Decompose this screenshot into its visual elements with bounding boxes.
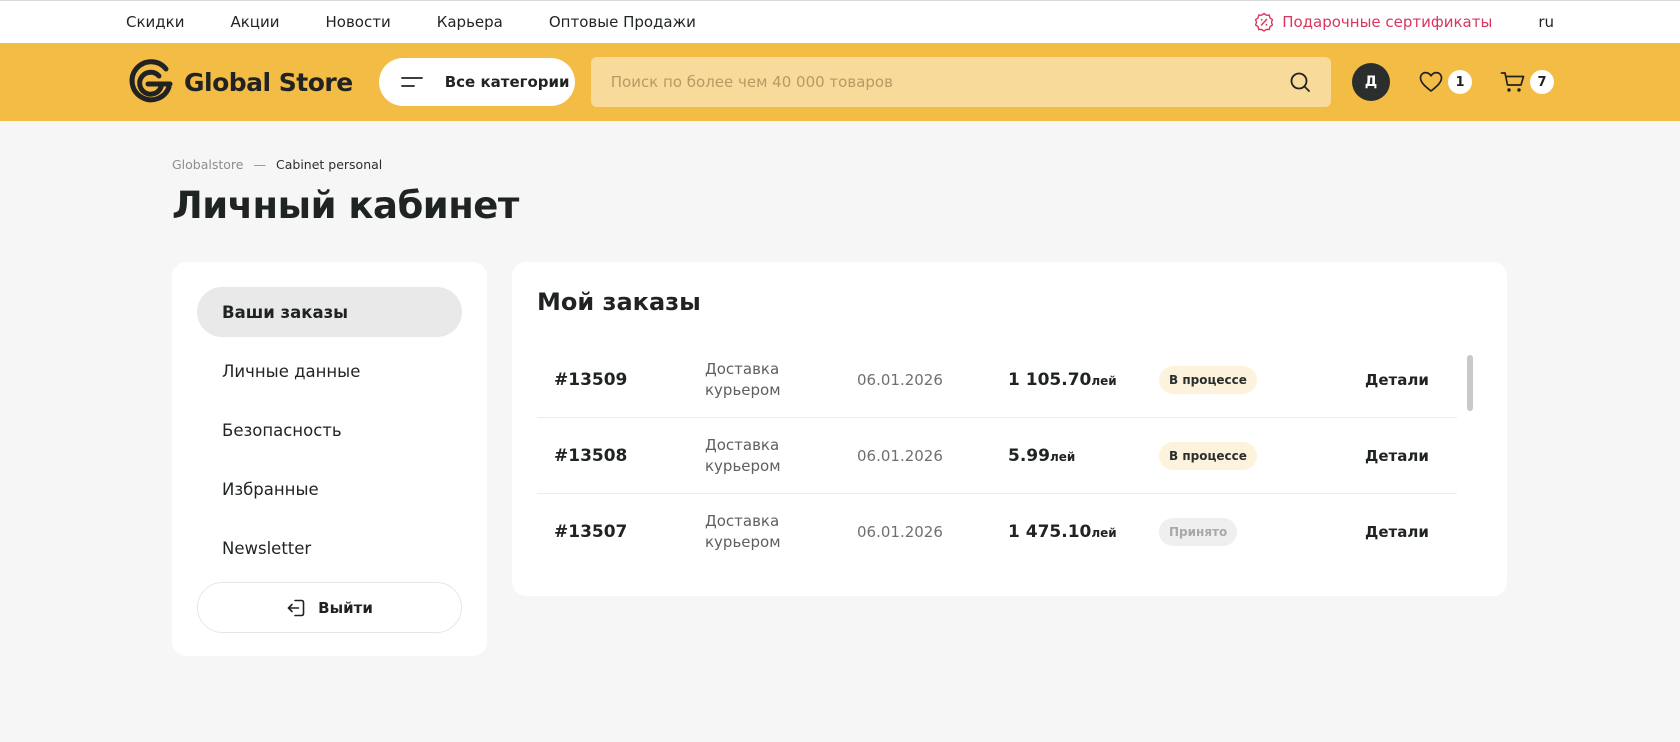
order-id: #13509 bbox=[554, 369, 628, 390]
orders-title: Мой заказы bbox=[537, 288, 701, 316]
breadcrumb-home[interactable]: Globalstore bbox=[172, 157, 244, 172]
all-categories-button[interactable]: Все категории bbox=[378, 58, 575, 106]
breadcrumb: Globalstore — Cabinet personal bbox=[172, 157, 1680, 172]
topnav-link-promotions[interactable]: Акции bbox=[230, 13, 279, 31]
gift-certificates-label: Подарочные сертификаты bbox=[1282, 13, 1493, 31]
order-details-link[interactable]: Детали bbox=[1365, 371, 1429, 389]
heart-icon bbox=[1419, 71, 1443, 92]
menu-icon bbox=[400, 77, 423, 87]
order-shipping: Доставка курьером bbox=[705, 359, 857, 401]
logout-label: Выйти bbox=[318, 598, 373, 617]
order-shipping: Доставка курьером bbox=[705, 511, 857, 553]
account-content: Ваши заказы Личные данные Безопасность И… bbox=[172, 262, 1507, 656]
favorites-button[interactable]: 1 bbox=[1418, 70, 1472, 94]
status-badge: В процессе bbox=[1159, 441, 1257, 470]
logout-button[interactable]: Выйти bbox=[197, 582, 462, 633]
header-icons: Д 1 7 bbox=[1352, 63, 1554, 101]
table-row: #13509 Доставка курьером 06.01.2026 1 10… bbox=[537, 342, 1457, 418]
cart-icon bbox=[1500, 72, 1525, 92]
order-details-link[interactable]: Детали bbox=[1365, 523, 1429, 541]
order-id: #13508 bbox=[554, 445, 628, 466]
logo-text: Global Store bbox=[184, 67, 353, 97]
order-shipping-line: Доставка bbox=[705, 435, 780, 454]
order-price: 1 475.10лей bbox=[1008, 522, 1159, 542]
search-input[interactable] bbox=[610, 73, 1289, 91]
order-shipping-line: Доставка bbox=[705, 512, 780, 530]
search-icon[interactable] bbox=[1289, 71, 1311, 93]
topnav-link-wholesale[interactable]: Оптовые Продажи bbox=[549, 13, 696, 31]
order-shipping-line: курьером bbox=[705, 533, 781, 551]
order-price-currency: лей bbox=[1049, 449, 1076, 464]
order-shipping-line: Доставка bbox=[705, 359, 780, 378]
all-categories-label: Все категории bbox=[444, 73, 570, 91]
favorites-count-badge: 1 bbox=[1448, 70, 1472, 94]
top-utility-bar: Скидки Акции Новости Карьера Оптовые Про… bbox=[0, 0, 1680, 43]
order-status: Принято bbox=[1159, 518, 1365, 546]
topnav-link-discounts[interactable]: Скидки bbox=[126, 13, 184, 31]
order-price-currency: лей bbox=[1091, 526, 1117, 540]
sidebar-item-security[interactable]: Безопасность bbox=[197, 405, 462, 455]
table-row: #13508 Доставка курьером 06.01.2026 5.99… bbox=[537, 418, 1457, 494]
order-price: 5.99лей bbox=[1008, 446, 1159, 466]
orders-scrollbar[interactable] bbox=[1467, 355, 1473, 411]
topnav-link-news[interactable]: Новости bbox=[326, 13, 391, 31]
order-status: В процессе bbox=[1159, 365, 1365, 394]
topnav-link-career[interactable]: Карьера bbox=[437, 13, 503, 31]
main-header: Global Store Все категории Д 1 bbox=[0, 43, 1680, 121]
status-badge: В процессе bbox=[1159, 365, 1257, 394]
order-id: #13507 bbox=[554, 522, 628, 542]
order-list[interactable]: #13509 Доставка курьером 06.01.2026 1 10… bbox=[537, 342, 1457, 570]
table-row: #13507 Доставка курьером 06.01.2026 1 47… bbox=[537, 494, 1457, 570]
account-sidebar: Ваши заказы Личные данные Безопасность И… bbox=[172, 262, 487, 656]
top-nav: Скидки Акции Новости Карьера Оптовые Про… bbox=[126, 13, 696, 31]
orders-panel: Мой заказы #13509 Доставка курьером 06.0… bbox=[512, 262, 1507, 596]
order-price: 1 105.70лей bbox=[1008, 370, 1159, 390]
sidebar-item-favorites[interactable]: Избранные bbox=[197, 464, 462, 514]
order-date: 06.01.2026 bbox=[857, 523, 943, 541]
sidebar-item-orders[interactable]: Ваши заказы bbox=[197, 287, 462, 337]
top-right: Подарочные сертификаты ru bbox=[1254, 12, 1554, 32]
cart-button[interactable]: 7 bbox=[1500, 70, 1554, 94]
status-badge: Принято bbox=[1159, 518, 1238, 546]
gift-certificates-link[interactable]: Подарочные сертификаты bbox=[1254, 12, 1492, 32]
order-shipping-line: курьером bbox=[705, 456, 781, 475]
order-price-value: 1 475.10 bbox=[1008, 522, 1092, 542]
main-content: Globalstore — Cabinet personal Личный ка… bbox=[0, 157, 1680, 227]
breadcrumb-current: Cabinet personal bbox=[276, 157, 383, 172]
order-shipping-line: курьером bbox=[705, 380, 781, 399]
breadcrumb-separator: — bbox=[253, 157, 267, 172]
logo[interactable]: Global Store bbox=[126, 57, 353, 107]
sidebar-item-personal-data[interactable]: Личные данные bbox=[197, 346, 462, 396]
search-bar bbox=[590, 57, 1331, 107]
sidebar-item-newsletter[interactable]: Newsletter bbox=[197, 523, 462, 573]
gift-percent-icon bbox=[1254, 12, 1274, 32]
order-date: 06.01.2026 bbox=[857, 370, 943, 389]
order-shipping: Доставка курьером bbox=[705, 435, 857, 477]
logo-icon bbox=[129, 59, 173, 103]
cart-count-badge: 7 bbox=[1530, 70, 1554, 94]
order-price-value: 5.99 bbox=[1008, 445, 1050, 466]
logout-icon bbox=[287, 599, 305, 616]
language-switcher[interactable]: ru bbox=[1538, 13, 1554, 31]
avatar[interactable]: Д bbox=[1352, 63, 1390, 101]
order-price-currency: лей bbox=[1091, 373, 1117, 388]
order-date: 06.01.2026 bbox=[857, 446, 943, 465]
page-title: Личный кабинет bbox=[172, 184, 519, 227]
order-details-link[interactable]: Детали bbox=[1365, 447, 1429, 465]
order-price-value: 1 105.70 bbox=[1008, 369, 1092, 390]
order-status: В процессе bbox=[1159, 441, 1365, 470]
